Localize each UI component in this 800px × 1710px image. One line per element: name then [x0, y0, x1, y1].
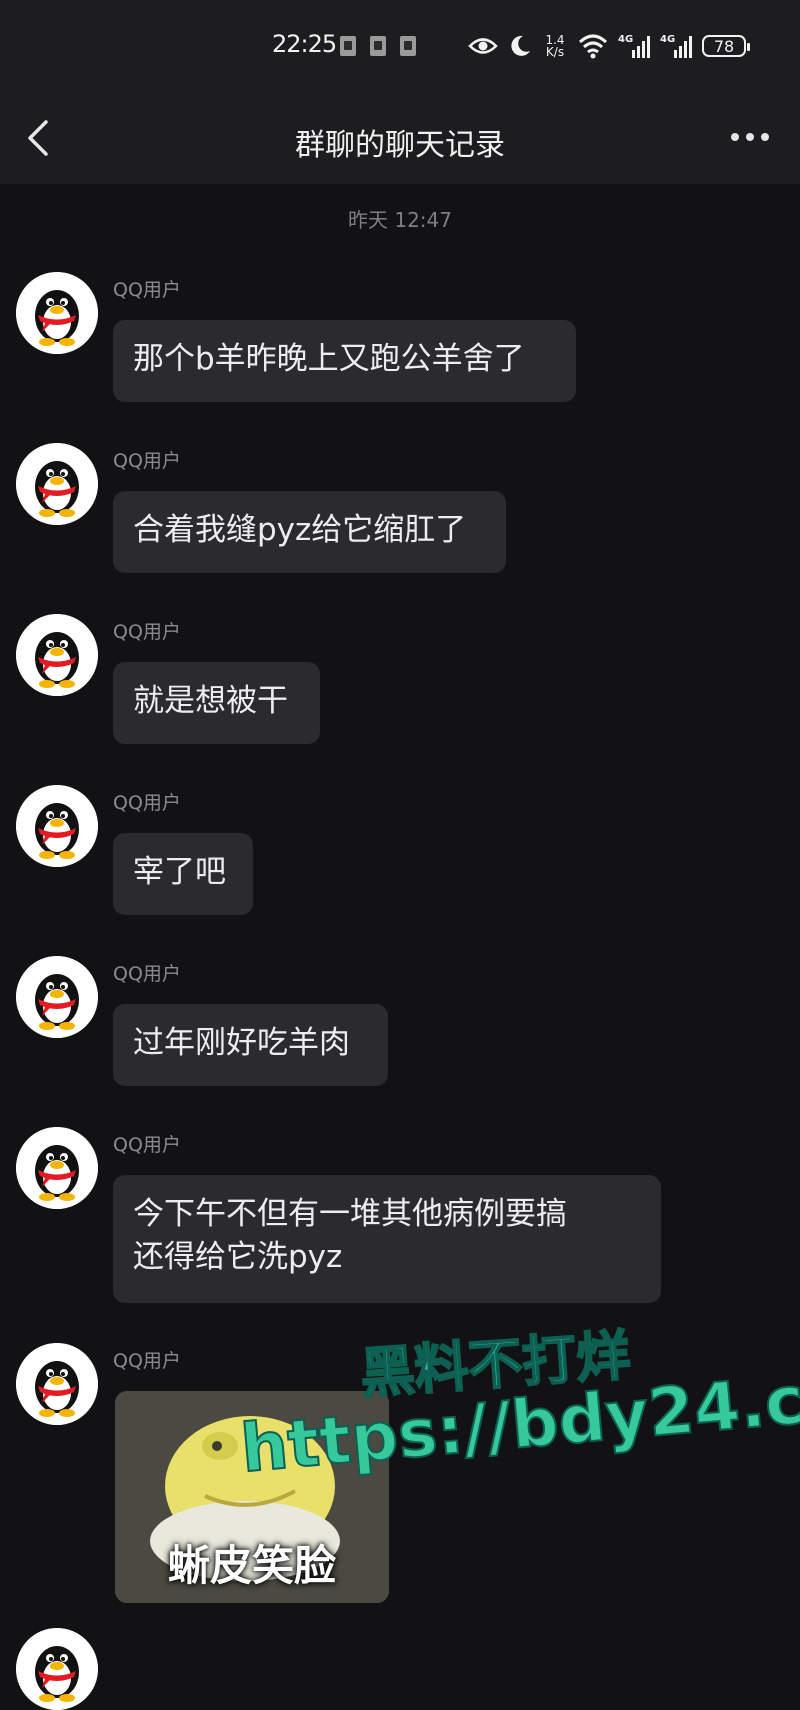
avatar[interactable] — [16, 1628, 98, 1710]
time-separator: 昨天 12:47 — [348, 208, 452, 232]
wifi-icon — [578, 34, 608, 59]
avatar[interactable] — [16, 785, 98, 867]
message-bubble[interactable]: 过年刚好吃羊肉 — [113, 1004, 388, 1086]
signal-label: 4G — [618, 34, 634, 45]
network-speed: 1.4 K/s — [542, 34, 568, 58]
status-bar: 22:25 1.4 K/s 4G 4G 78 — [0, 0, 800, 92]
avatar[interactable] — [16, 1127, 98, 1209]
avatar[interactable] — [16, 614, 98, 696]
message-bubble[interactable]: 就是想被干 — [113, 662, 320, 744]
sticker-caption: 蜥皮笑脸 — [167, 1541, 336, 1590]
eye-icon — [468, 38, 498, 54]
sim-card-icon — [340, 36, 356, 56]
sender-name: QQ用户 — [113, 621, 181, 643]
message-bubble[interactable]: 合着我缝pyz给它缩肛了 — [113, 491, 506, 573]
signal-icon: 4G — [660, 34, 692, 58]
message-bubble[interactable]: 宰了吧 — [113, 833, 253, 915]
moon-icon — [511, 35, 530, 56]
avatar[interactable] — [16, 1343, 98, 1425]
avatar[interactable] — [16, 443, 98, 525]
sender-name: QQ用户 — [113, 1350, 181, 1372]
page-title: 群聊的聊天记录 — [295, 128, 505, 163]
status-icons: 1.4 K/s 4G 4G 78 — [468, 28, 750, 64]
sim-card-icon — [370, 36, 386, 56]
message-bubble[interactable]: 今下午不但有一堆其他病例要搞 还得给它洗pyz — [113, 1175, 661, 1303]
sender-name: QQ用户 — [113, 450, 181, 472]
avatar[interactable] — [16, 956, 98, 1038]
sender-name: QQ用户 — [113, 279, 181, 301]
nav-bar: 群聊的聊天记录 — [0, 92, 800, 184]
watermark-line: 黑料不打烊 — [357, 1323, 633, 1407]
signal-label: 4G — [660, 34, 676, 45]
sim-card-icon — [400, 36, 416, 56]
battery-icon: 78 — [702, 35, 750, 57]
sticker-image[interactable]: 蜥皮笑脸 — [115, 1391, 389, 1603]
avatar[interactable] — [16, 272, 98, 354]
message-bubble[interactable]: 那个b羊昨晚上又跑公羊舍了 — [113, 320, 576, 402]
more-horizontal-icon[interactable] — [728, 122, 772, 152]
sender-name: QQ用户 — [113, 963, 181, 985]
sender-name: QQ用户 — [113, 1134, 181, 1156]
sender-name: QQ用户 — [113, 792, 181, 814]
status-time: 22:25 — [272, 30, 337, 58]
network-speed-unit: K/s — [545, 45, 565, 59]
signal-icon: 4G — [618, 34, 650, 58]
